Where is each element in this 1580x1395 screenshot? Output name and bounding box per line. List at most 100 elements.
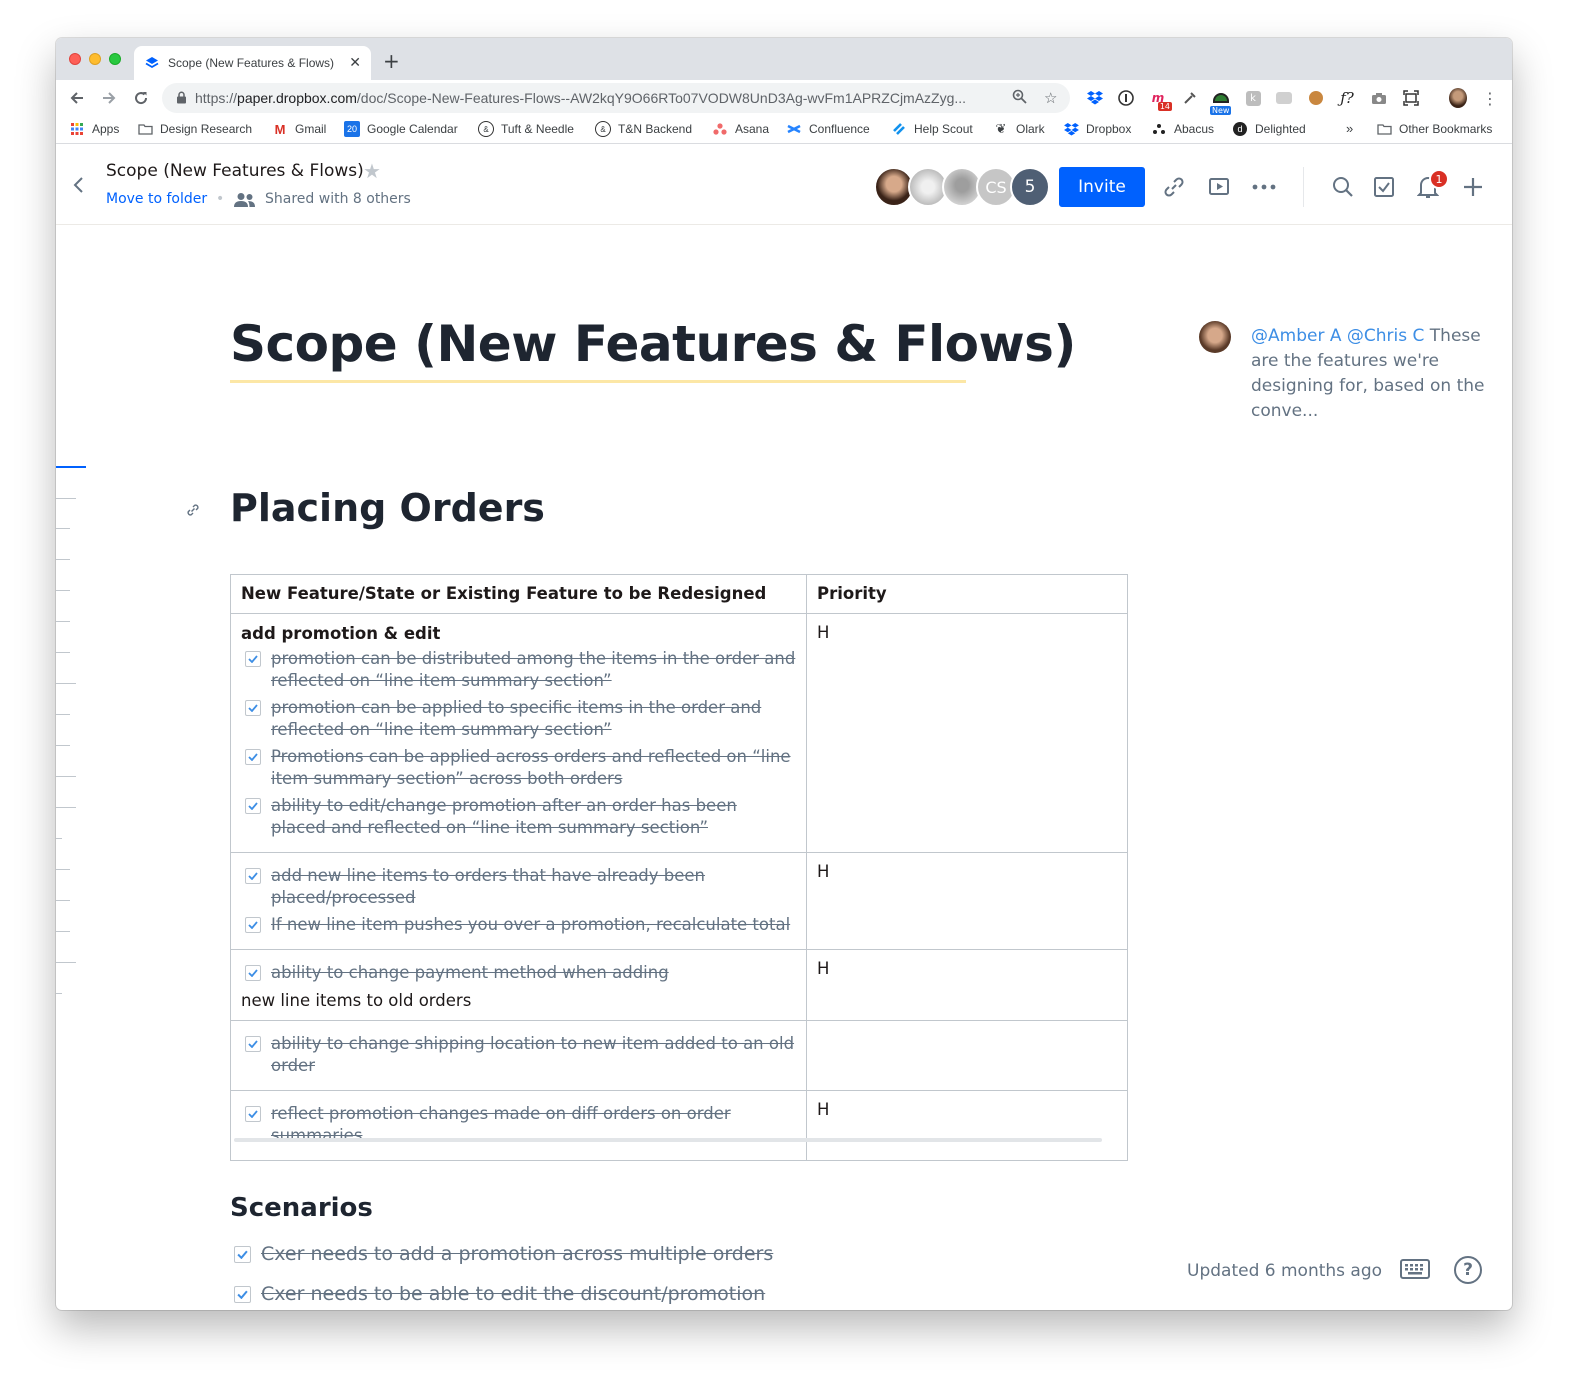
forward-icon[interactable] (98, 87, 120, 109)
outline-mark[interactable] (56, 931, 70, 932)
cookie-icon[interactable] (1307, 89, 1325, 107)
bookmark-confluence[interactable]: Confluence (786, 121, 870, 137)
dropbox-extension-icon[interactable] (1086, 89, 1104, 107)
checked-checkbox[interactable] (245, 651, 261, 667)
checked-checkbox[interactable] (245, 917, 261, 933)
outline-mark[interactable] (56, 745, 70, 746)
column-header-feature[interactable]: New Feature/State or Existing Feature to… (230, 574, 807, 614)
search-icon[interactable] (1328, 172, 1358, 202)
zoom-icon[interactable] (1012, 89, 1027, 108)
priority-cell[interactable]: H (806, 949, 1128, 1021)
bookmark-apps[interactable]: Apps (69, 121, 119, 137)
new-extension-icon[interactable]: New (1210, 89, 1232, 115)
favorite-star-icon[interactable]: ★ (363, 159, 381, 183)
document-title[interactable]: Scope (New Features & Flows) (230, 315, 1076, 373)
outline-mark[interactable] (56, 962, 76, 963)
outline-mark-active[interactable] (56, 466, 86, 468)
outline-mark[interactable] (56, 838, 62, 839)
feature-cell[interactable]: ability to change payment method when ad… (230, 949, 807, 1021)
feature-cell[interactable]: reflect promotion changes made on diff o… (230, 1090, 807, 1161)
outline-mark[interactable] (56, 869, 70, 870)
header-doc-title[interactable]: Scope (New Features & Flows) (106, 161, 364, 181)
browser-tab[interactable]: Scope (New Features & Flows) ✕ (134, 46, 371, 80)
eyedropper-icon[interactable] (1181, 89, 1199, 107)
outline-mark[interactable] (56, 652, 70, 653)
feature-cell[interactable]: ability to change shipping location to n… (230, 1020, 807, 1091)
shared-with-text[interactable]: Shared with 8 others (265, 191, 411, 207)
section-heading-scenarios[interactable]: Scenarios (230, 1193, 373, 1223)
checked-checkbox[interactable] (234, 1245, 251, 1263)
present-icon[interactable] (1204, 172, 1234, 202)
comment-preview[interactable]: @Amber A @Chris C These are the features… (1251, 324, 1491, 424)
priority-cell[interactable]: H (806, 1090, 1128, 1161)
checked-checkbox[interactable] (245, 798, 261, 814)
profile-avatar[interactable] (1449, 88, 1467, 108)
outline-mark[interactable] (56, 683, 76, 684)
checked-checkbox[interactable] (245, 1106, 261, 1122)
outline-mark[interactable] (56, 590, 70, 591)
mention-chris[interactable]: @Chris C (1347, 326, 1425, 346)
address-bar[interactable]: https://paper.dropbox.com/doc/Scope-New-… (162, 83, 1070, 113)
comment-author-avatar[interactable] (1199, 321, 1231, 353)
k-extension-icon[interactable]: k (1244, 89, 1262, 107)
priority-cell[interactable]: H (806, 852, 1128, 950)
keyboard-shortcuts-icon[interactable] (1399, 1257, 1431, 1285)
invite-button[interactable]: Invite (1059, 167, 1145, 207)
checked-checkbox[interactable] (245, 868, 261, 884)
bookmark-google-calendar[interactable]: 20 Google Calendar (344, 121, 458, 137)
outline-mark[interactable] (56, 498, 76, 499)
outline-mark[interactable] (56, 714, 70, 715)
last-updated-text[interactable]: Updated 6 months ago (1187, 1261, 1382, 1281)
column-header-priority[interactable]: Priority (806, 574, 1128, 614)
bookmark-help-scout[interactable]: Help Scout (891, 121, 973, 137)
bookmark-tuft-needle[interactable]: & Tuft & Needle (478, 121, 574, 137)
outline-mark[interactable] (56, 993, 62, 994)
priority-cell[interactable]: H (806, 613, 1128, 853)
new-tab-button[interactable]: + (383, 49, 400, 73)
checklist-icon[interactable] (1369, 172, 1399, 202)
section-heading-placing-orders[interactable]: Placing Orders (230, 486, 545, 530)
screenshot-icon[interactable] (1402, 89, 1420, 107)
more-bookmarks-button[interactable]: » (1346, 121, 1353, 136)
checked-checkbox[interactable] (245, 749, 261, 765)
checked-checkbox[interactable] (234, 1285, 251, 1303)
bookmark-olark[interactable]: ❦ Olark (993, 121, 1045, 137)
more-collaborators-count[interactable]: 5 (1010, 167, 1050, 207)
bookmark-delighted[interactable]: d Delighted (1232, 121, 1306, 137)
browser-menu-icon[interactable]: ⋮ (1481, 89, 1499, 108)
help-icon[interactable]: ? (1454, 1256, 1482, 1284)
feature-cell[interactable]: add new line items to orders that have a… (230, 852, 807, 950)
bookmark-tn-backend[interactable]: & T&N Backend (595, 121, 692, 137)
chat-extension-icon[interactable] (1275, 89, 1293, 107)
checked-checkbox[interactable] (245, 1036, 261, 1052)
bookmark-abacus[interactable]: Abacus (1151, 121, 1214, 137)
bookmark-design-research[interactable]: Design Research (137, 121, 252, 137)
outline-mark[interactable] (56, 528, 70, 529)
outline-mark[interactable] (56, 559, 70, 560)
checked-checkbox[interactable] (245, 965, 261, 981)
reload-icon[interactable] (130, 87, 152, 109)
create-new-icon[interactable] (1458, 172, 1488, 202)
camera-icon[interactable] (1370, 89, 1388, 107)
bookmark-star-icon[interactable]: ☆ (1044, 89, 1057, 107)
feature-cell[interactable]: add promotion & edit promotion can be di… (230, 613, 807, 853)
bookmark-asana[interactable]: Asana (712, 121, 769, 137)
mention-extension-icon[interactable]: m 14 (1149, 89, 1172, 111)
zoom-window-button[interactable] (109, 53, 121, 65)
bookmark-other[interactable]: Other Bookmarks (1376, 121, 1492, 137)
back-icon[interactable] (66, 87, 88, 109)
more-options-icon[interactable] (1249, 172, 1279, 202)
close-tab-icon[interactable]: ✕ (349, 55, 361, 71)
move-to-folder-link[interactable]: Move to folder (106, 191, 207, 207)
mention-amber[interactable]: @Amber A (1251, 326, 1341, 346)
checked-checkbox[interactable] (245, 700, 261, 716)
table-horizontal-scrollbar[interactable] (234, 1138, 1102, 1142)
back-to-folder-icon[interactable] (72, 175, 86, 200)
copy-link-icon[interactable] (1159, 172, 1189, 202)
outline-mark[interactable] (56, 776, 76, 777)
section-link-icon[interactable] (186, 502, 200, 521)
priority-cell[interactable] (806, 1020, 1128, 1091)
font-finder-icon[interactable]: ƒ? (1338, 89, 1356, 107)
outline-mark[interactable] (56, 621, 70, 622)
outline-mark[interactable] (56, 807, 76, 808)
